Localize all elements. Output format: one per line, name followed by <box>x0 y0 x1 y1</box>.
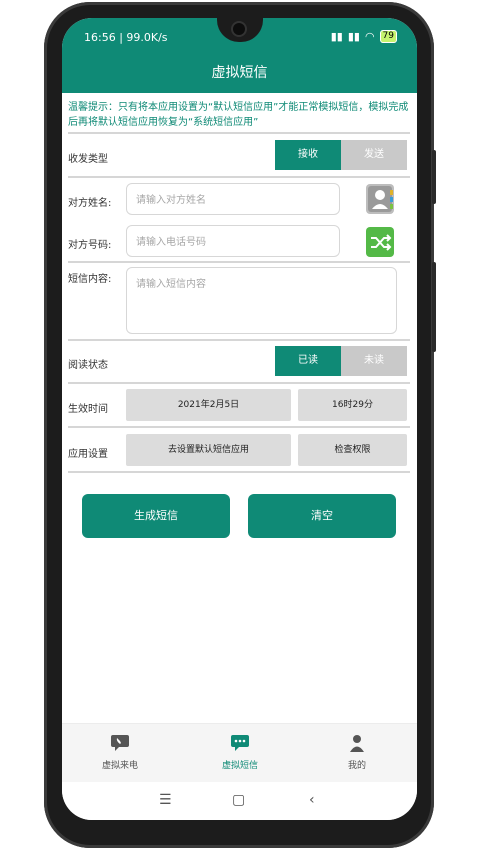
unread-toggle[interactable]: 未读 <box>341 346 407 376</box>
nav-item-fake-sms[interactable]: 虚拟短信 <box>200 734 280 771</box>
page-title: 虚拟短信 <box>211 65 268 81</box>
receive-toggle[interactable]: 接收 <box>275 140 341 170</box>
battery-icon: 79 <box>379 30 397 43</box>
nav-label-fake-sms: 虚拟短信 <box>221 761 258 771</box>
back-icon[interactable]: ‹ <box>309 792 315 808</box>
front-camera <box>233 23 245 35</box>
nav-label-fake-call: 虚拟来电 <box>101 761 138 771</box>
phone-label: 对方号码: <box>68 240 112 251</box>
divider <box>68 261 410 263</box>
signal-icon: ▮▮ <box>330 30 343 43</box>
send-toggle[interactable]: 发送 <box>341 140 407 170</box>
bottom-nav: 虚拟来电 虚拟短信 我的 <box>62 723 417 782</box>
volume-button <box>432 150 436 204</box>
phone-chat-icon <box>111 735 129 751</box>
warning-tip: 温馨提示：只有将本应用设置为“默认短信应用”才能正常模拟短信，模拟完成后再将默认… <box>68 102 409 128</box>
wifi-icon: ◠ <box>364 30 375 43</box>
menu-icon[interactable]: ☰ <box>159 792 172 808</box>
phone-input[interactable]: 请输入电话号码 <box>126 225 340 257</box>
read-toggle[interactable]: 已读 <box>275 346 341 376</box>
clear-button[interactable]: 清空 <box>248 494 396 538</box>
type-label: 收发类型 <box>68 154 108 165</box>
home-icon[interactable]: ▢ <box>232 792 245 808</box>
time-picker[interactable]: 16时29分 <box>298 389 407 421</box>
check-permission-button[interactable]: 检查权限 <box>298 434 407 466</box>
divider <box>68 471 410 473</box>
generate-sms-button[interactable]: 生成短信 <box>82 494 230 538</box>
status-icons: ▮▮ ▮▮ ◠ 79 <box>331 30 397 43</box>
time-label: 生效时间 <box>68 404 108 415</box>
content-label: 短信内容: <box>68 274 112 285</box>
shuffle-icon[interactable] <box>366 227 394 257</box>
date-picker[interactable]: 2021年2月5日 <box>126 389 291 421</box>
nav-item-me[interactable]: 我的 <box>317 734 397 771</box>
contacts-icon[interactable] <box>366 184 394 214</box>
content-textarea[interactable]: 请输入短信内容 <box>126 267 397 334</box>
system-nav-bar: ☰ ▢ ‹ <box>62 782 417 820</box>
name-input[interactable]: 请输入对方姓名 <box>126 183 340 215</box>
name-label: 对方姓名: <box>68 198 112 209</box>
divider <box>68 176 410 178</box>
settings-label: 应用设置 <box>68 449 108 460</box>
status-time: 16:56 | 99.0K/s <box>84 31 168 44</box>
app-screen: 16:56 | 99.0K/s ▮▮ ▮▮ ◠ 79 虚拟短信 温馨提示：只有将… <box>62 18 417 820</box>
divider <box>68 426 410 428</box>
sms-chat-icon <box>231 735 249 751</box>
power-button <box>432 262 436 352</box>
person-icon <box>350 735 364 752</box>
divider <box>68 382 410 384</box>
nav-label-me: 我的 <box>347 761 366 771</box>
set-default-sms-button[interactable]: 去设置默认短信应用 <box>126 434 291 466</box>
nav-item-fake-call[interactable]: 虚拟来电 <box>80 734 160 771</box>
top-bar: 16:56 | 99.0K/s ▮▮ ▮▮ ◠ 79 虚拟短信 <box>62 18 417 93</box>
signal-icon-2: ▮▮ <box>347 30 360 43</box>
divider <box>68 339 410 341</box>
read-status-label: 阅读状态 <box>68 360 108 371</box>
divider <box>68 132 410 134</box>
